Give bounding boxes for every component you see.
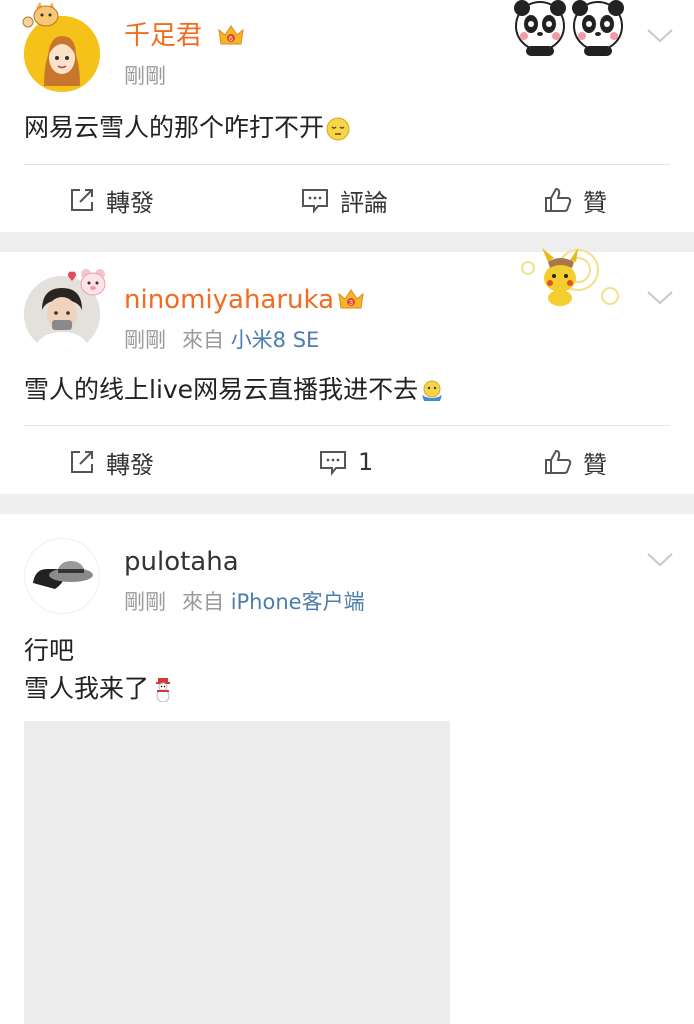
post-text-content: 雪人的线上live网易云直播我进不去 — [24, 375, 419, 404]
post-card[interactable]: ninomiyaharuka 3 剛剛 來自 小米8 SE 雪人的线上live网易… — [0, 248, 694, 494]
source-prefix: 來自 — [182, 590, 224, 614]
forward-button[interactable]: 轉發 — [68, 184, 154, 217]
forward-icon — [71, 189, 93, 211]
post-text-line: 雪人我来了 — [24, 670, 175, 708]
post-meta: 剛剛 — [124, 62, 166, 90]
comment-icon — [320, 451, 346, 476]
like-icon — [545, 187, 572, 212]
post-time: 剛剛 — [124, 64, 166, 88]
chevron-down-icon[interactable] — [646, 290, 674, 306]
panda-decoration — [514, 0, 624, 56]
like-label: 贊 — [583, 188, 607, 217]
comment-icon — [302, 189, 328, 214]
post-text: 雪人的线上live网易云直播我进不去 — [24, 371, 444, 409]
like-button[interactable]: 贊 — [543, 184, 607, 217]
post-card[interactable]: pulotaha 剛剛 來自 iPhone客户端 行吧 雪人我来了 — [0, 514, 694, 1024]
chevron-down-icon[interactable] — [646, 552, 674, 568]
weibo-feed: 千足君 6 剛剛 网易云雪人的那个咋打不开 轉發 評論 贊 ninomiyaha… — [0, 0, 694, 1024]
post-card[interactable]: 千足君 6 剛剛 网易云雪人的那个咋打不开 轉發 評論 贊 — [0, 0, 694, 232]
username[interactable]: 千足君 — [124, 20, 202, 52]
chevron-down-icon[interactable] — [646, 28, 674, 44]
divider — [24, 425, 670, 426]
crown-badge-icon[interactable]: 6 — [216, 22, 246, 48]
svg-text:3: 3 — [349, 300, 353, 307]
forward-label: 轉發 — [106, 450, 154, 479]
like-button[interactable]: 贊 — [543, 446, 607, 479]
post-meta: 剛剛 來自 iPhone客户端 — [124, 588, 365, 616]
post-text-content: 网易云雪人的那个咋打不开 — [24, 113, 325, 142]
crown-badge-icon[interactable]: 3 — [336, 286, 366, 312]
source-prefix: 來自 — [182, 328, 224, 352]
forward-label: 轉發 — [106, 188, 154, 217]
post-meta: 剛剛 來自 小米8 SE — [124, 326, 319, 354]
post-text-line: 行吧 — [24, 636, 75, 665]
source-link[interactable]: 小米8 SE — [231, 328, 320, 352]
cat-decoration-icon — [22, 2, 59, 28]
pink-bear-decoration-icon — [68, 269, 106, 296]
forward-icon — [71, 451, 93, 473]
forward-button[interactable]: 轉發 — [68, 446, 154, 479]
comment-label: 評論 — [340, 188, 388, 217]
post-time: 剛剛 — [124, 590, 166, 614]
comment-button[interactable]: 評論 — [300, 184, 388, 217]
shrug-emoji — [422, 380, 443, 401]
divider — [24, 164, 670, 165]
sleepy-emoji — [326, 117, 350, 141]
avatar[interactable] — [24, 538, 100, 614]
post-time: 剛剛 — [124, 328, 166, 352]
like-icon — [545, 449, 572, 474]
post-image[interactable] — [24, 721, 450, 1024]
post-text-content: 雪人我来了 — [24, 674, 150, 703]
comment-button[interactable]: 1 — [318, 446, 373, 478]
username[interactable]: pulotaha — [124, 546, 239, 578]
svg-text:6: 6 — [229, 36, 233, 43]
username[interactable]: ninomiyaharuka — [124, 284, 334, 316]
pikachu-decoration — [521, 248, 619, 306]
snowman-emoji — [156, 678, 171, 702]
source-link[interactable]: iPhone客户端 — [231, 590, 365, 614]
action-bar: 轉發 評論 贊 — [0, 170, 694, 230]
post-text: 网易云雪人的那个咋打不开 — [24, 109, 350, 147]
like-label: 贊 — [583, 450, 607, 479]
post-separator — [0, 494, 694, 514]
action-bar: 轉發 1 贊 — [0, 432, 694, 492]
comment-count: 1 — [358, 448, 374, 476]
